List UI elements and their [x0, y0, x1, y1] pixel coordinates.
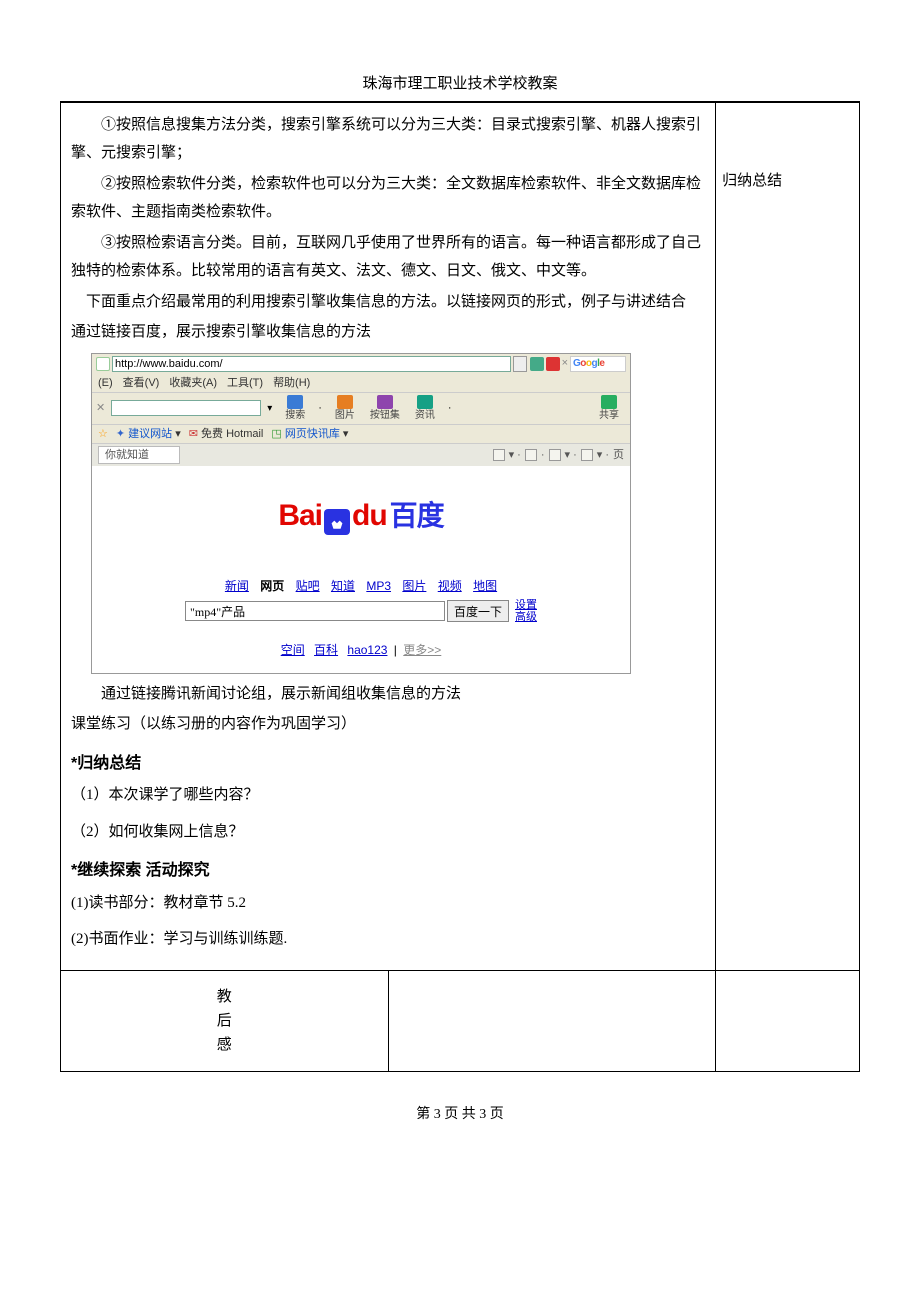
google-search-box[interactable]: Google — [570, 356, 626, 372]
explore-a1: (1)读书部分：教材章节 5.2 — [71, 889, 705, 918]
home-icon[interactable] — [493, 449, 505, 461]
favorites-bar: ☆ ✦ 建议网站 ▾ ✉ 免费 Hotmail ◳ 网页快讯库 ▾ — [92, 425, 630, 443]
paragraph-6: 通过链接腾讯新闻讨论组，展示新闻组收集信息的方法 — [71, 680, 705, 709]
stop-icon[interactable] — [546, 357, 560, 371]
nav-video[interactable]: 视频 — [438, 579, 462, 593]
nav-map[interactable]: 地图 — [473, 579, 497, 593]
paragraph-3: ③按照检索语言分类。目前，互联网几乎使用了世界所有的语言。每一种语言都形成了自己… — [71, 229, 705, 286]
nav-image[interactable]: 图片 — [402, 579, 426, 593]
lesson-table: ①按照信息搜集方法分类，搜索引擎系统可以分为三大类：目录式搜索引擎、机器人搜索引… — [60, 102, 860, 1072]
nav-mp3[interactable]: MP3 — [366, 579, 391, 593]
baidu-search-input[interactable] — [185, 601, 445, 621]
nav-web[interactable]: 网页 — [260, 579, 284, 593]
webslice-link[interactable]: ◳ 网页快讯库 ▾ — [271, 427, 348, 441]
suggested-sites-link[interactable]: ✦ 建议网站 ▾ — [116, 427, 181, 441]
url-input[interactable] — [112, 356, 511, 372]
favorites-star-icon[interactable]: ☆ — [98, 427, 108, 441]
menu-tools[interactable]: 工具(T) — [227, 376, 263, 390]
hotmail-link[interactable]: ✉ 免费 Hotmail — [189, 427, 264, 441]
reflection-note-cell — [716, 970, 860, 1071]
paragraph-1: ①按照信息搜集方法分类，搜索引擎系统可以分为三大类：目录式搜索引擎、机器人搜索引… — [71, 111, 705, 168]
label-gan: 感 — [67, 1033, 382, 1057]
summary-q1: （1）本次课学了哪些内容？ — [71, 781, 705, 810]
label-jiao: 教 — [67, 985, 382, 1009]
page-footer: 第 3 页 共 3 页 — [60, 1102, 860, 1129]
toolbar-x-icon[interactable]: ✕ — [96, 401, 105, 415]
toolbar: ✕ ▾ 搜索 · 图片 按钮集 资讯 · 共享 — [92, 392, 630, 425]
reflection-cell — [388, 970, 716, 1071]
print-icon[interactable] — [581, 449, 593, 461]
link-kongjian[interactable]: 空间 — [281, 643, 305, 657]
refresh-icon[interactable] — [530, 357, 544, 371]
toolbar-sep: · — [318, 401, 322, 415]
page-icon — [96, 357, 110, 371]
link-sep: | — [394, 643, 397, 657]
toolbar-search-button[interactable]: 搜索 — [278, 395, 312, 422]
nav-tieba[interactable]: 贴吧 — [296, 579, 320, 593]
tab-bar: 你就知道 ▾ · · ▾ · ▾ · 页 — [92, 443, 630, 466]
nav-news[interactable]: 新闻 — [225, 579, 249, 593]
baidu-bottom-links: 空间 百科 hao123 | 更多>> — [102, 643, 620, 659]
link-hao123[interactable]: hao123 — [347, 643, 387, 657]
toolbar-dropdown-icon[interactable]: ▾ — [267, 402, 272, 415]
page-header: 珠海市理工职业技术学校教案 — [60, 70, 860, 102]
browser-screenshot: × Google (E) 查看(V) 收藏夹(A) 工具(T) 帮助(H) ✕ — [91, 353, 631, 674]
paragraph-2: ②按照检索软件分类，检索软件也可以分为三大类：全文数据库检索软件、非全文数据库检… — [71, 170, 705, 227]
link-baike[interactable]: 百科 — [314, 643, 338, 657]
tab-baidu[interactable]: 你就知道 — [98, 446, 180, 464]
mail-icon[interactable] — [549, 449, 561, 461]
menu-favorites[interactable]: 收藏夹(A) — [169, 376, 217, 390]
baidu-paw-icon — [324, 509, 350, 535]
nav-zhidao[interactable]: 知道 — [331, 579, 355, 593]
toolbar-buttons-button[interactable]: 按钮集 — [368, 395, 402, 422]
toolbar-news-button[interactable]: 资讯 — [408, 395, 442, 422]
paragraph-5: 通过链接百度，展示搜索引擎收集信息的方法 — [71, 318, 705, 347]
content-cell: ①按照信息搜集方法分类，搜索引擎系统可以分为三大类：目录式搜索引擎、机器人搜索引… — [61, 102, 716, 970]
note-cell: 归纳总结 — [716, 102, 860, 970]
menu-help[interactable]: 帮助(H) — [273, 376, 310, 390]
link-more[interactable]: 更多>> — [403, 643, 441, 657]
menu-view[interactable]: 查看(V) — [123, 376, 160, 390]
baidu-logo: Bai du 百度 — [278, 496, 443, 535]
toolbar-share-button[interactable]: 共享 — [592, 395, 626, 422]
google-logo-icon: Google — [573, 357, 604, 370]
heading-explore: *继续探索 活动探究 — [71, 856, 705, 886]
toolbar-sep2: · — [448, 401, 452, 415]
paragraph-7: 课堂练习（以练习册的内容作为巩固学习） — [71, 710, 705, 739]
address-bar — [96, 356, 527, 372]
url-dropdown-icon[interactable] — [513, 356, 527, 372]
baidu-search-button[interactable]: 百度一下 — [447, 600, 509, 622]
menu-file[interactable]: (E) — [98, 376, 113, 390]
note-summary-label: 归纳总结 — [722, 167, 853, 196]
toolbar-search-input[interactable] — [111, 400, 261, 416]
page-menu[interactable]: 页 — [613, 448, 624, 462]
feed-icon[interactable] — [525, 449, 537, 461]
advanced-link[interactable]: 高级 — [515, 611, 537, 623]
baidu-nav: 新闻 网页 贴吧 知道 MP3 图片 视频 地图 — [102, 579, 620, 595]
heading-summary: *归纳总结 — [71, 749, 705, 779]
browser-menubar: (E) 查看(V) 收藏夹(A) 工具(T) 帮助(H) — [92, 374, 630, 392]
page-content: Bai du 百度 新闻 网页 贴吧 知道 MP3 图片 视频 地图 — [92, 466, 630, 672]
toolbar-pictures-button[interactable]: 图片 — [328, 395, 362, 422]
summary-q2: （2）如何收集网上信息？ — [71, 818, 705, 847]
paragraph-4: 下面重点介绍最常用的利用搜索引擎收集信息的方法。以链接网页的形式，例子与讲述结合 — [71, 288, 705, 317]
settings-link[interactable]: 设置 — [515, 599, 537, 611]
separator-icon: × — [562, 356, 568, 370]
explore-a2: (2)书面作业：学习与训练训练题. — [71, 925, 705, 954]
left-label-cell: 教 后 感 — [61, 970, 389, 1071]
label-hou: 后 — [67, 1009, 382, 1033]
